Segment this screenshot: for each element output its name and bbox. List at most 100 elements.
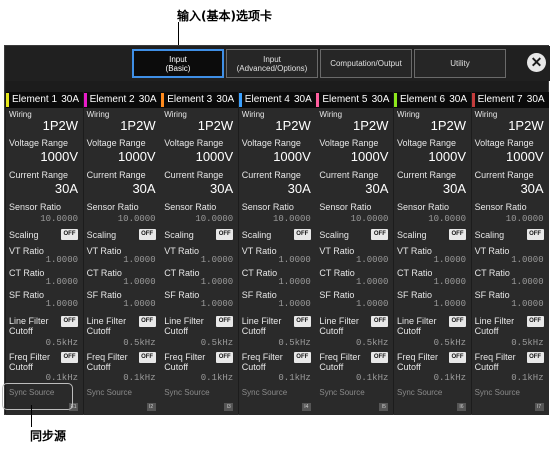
voltage-range-value[interactable]: 1000V xyxy=(196,150,234,164)
line-filter-off-button[interactable]: OFF xyxy=(61,316,78,327)
sensor-ratio-value[interactable]: 10.0000 xyxy=(428,214,466,224)
ct-ratio-value[interactable]: 1.0000 xyxy=(46,277,78,287)
line-filter-cutoff-value[interactable]: 0.5kHz xyxy=(46,338,78,348)
sensor-ratio-value[interactable]: 10.0000 xyxy=(195,214,233,224)
line-filter-cutoff-value[interactable]: 0.5kHz xyxy=(201,338,233,348)
tab-input-advanced[interactable]: Input (Advanced/Options) xyxy=(226,49,318,78)
current-range-value[interactable]: 30A xyxy=(520,182,543,196)
current-range-value[interactable]: 30A xyxy=(443,182,466,196)
element-header[interactable]: Element 3 30A xyxy=(161,92,239,108)
freq-filter-off-button[interactable]: OFF xyxy=(216,352,234,363)
sensor-ratio-value[interactable]: 10.0000 xyxy=(118,214,156,224)
wiring-value[interactable]: 1P2W xyxy=(120,119,155,133)
freq-filter-off-button[interactable]: OFF xyxy=(526,352,544,363)
sf-ratio-value[interactable]: 1.0000 xyxy=(201,299,233,309)
wiring-value[interactable]: 1P2W xyxy=(508,119,543,133)
vt-ratio-value[interactable]: 1.0000 xyxy=(123,255,155,265)
wiring-value[interactable]: 1P2W xyxy=(275,119,310,133)
ct-ratio-value[interactable]: 1.0000 xyxy=(356,277,388,287)
sync-source-value[interactable]: I3 xyxy=(224,403,234,411)
tab-input-basic[interactable]: Input (Basic) xyxy=(132,49,224,78)
ct-ratio-value[interactable]: 1.0000 xyxy=(511,277,543,287)
freq-filter-off-button[interactable]: OFF xyxy=(449,352,466,363)
scaling-off-button[interactable]: OFF xyxy=(293,229,311,240)
sync-source-label[interactable]: Sync Source xyxy=(319,388,364,398)
element-header[interactable]: Element 1 30A xyxy=(6,92,83,108)
voltage-range-value[interactable]: 1000V xyxy=(506,150,544,164)
freq-filter-cutoff-value[interactable]: 0.1kHz xyxy=(278,373,310,383)
tab-computation-output[interactable]: Computation/Output xyxy=(320,49,412,78)
sync-source-value[interactable]: I6 xyxy=(457,403,466,411)
sync-source-value[interactable]: I5 xyxy=(379,403,389,411)
sf-ratio-value[interactable]: 1.0000 xyxy=(434,299,466,309)
scaling-off-button[interactable]: OFF xyxy=(216,229,234,240)
sensor-ratio-value[interactable]: 10.0000 xyxy=(351,214,389,224)
line-filter-off-button[interactable]: OFF xyxy=(138,316,156,327)
wiring-value[interactable]: 1P2W xyxy=(43,119,78,133)
ct-ratio-value[interactable]: 1.0000 xyxy=(123,277,155,287)
sf-ratio-value[interactable]: 1.0000 xyxy=(46,299,78,309)
voltage-range-value[interactable]: 1000V xyxy=(40,150,78,164)
sync-source-value[interactable]: I2 xyxy=(146,403,156,411)
freq-filter-off-button[interactable]: OFF xyxy=(138,352,156,363)
line-filter-cutoff-value[interactable]: 0.5kHz xyxy=(511,338,543,348)
freq-filter-cutoff-value[interactable]: 0.1kHz xyxy=(123,373,155,383)
freq-filter-cutoff-value[interactable]: 0.1kHz xyxy=(356,373,388,383)
current-range-value[interactable]: 30A xyxy=(55,182,78,196)
element-header[interactable]: Element 4 30A xyxy=(238,92,316,108)
sensor-ratio-value[interactable]: 10.0000 xyxy=(506,214,544,224)
current-range-value[interactable]: 30A xyxy=(288,182,311,196)
ct-ratio-value[interactable]: 1.0000 xyxy=(434,277,466,287)
voltage-range-value[interactable]: 1000V xyxy=(118,150,156,164)
sensor-ratio-value[interactable]: 10.0000 xyxy=(273,214,311,224)
sync-source-value[interactable]: I7 xyxy=(534,403,544,411)
line-filter-cutoff-value[interactable]: 0.5kHz xyxy=(356,338,388,348)
element-header[interactable]: Element 7 30A xyxy=(471,92,549,108)
wiring-value[interactable]: 1P2W xyxy=(198,119,233,133)
sf-ratio-value[interactable]: 1.0000 xyxy=(278,299,310,309)
freq-filter-cutoff-value[interactable]: 0.1kHz xyxy=(434,373,466,383)
freq-filter-off-button[interactable]: OFF xyxy=(371,352,389,363)
scaling-off-button[interactable]: OFF xyxy=(61,229,78,240)
sync-source-label[interactable]: Sync Source xyxy=(164,388,209,398)
vt-ratio-value[interactable]: 1.0000 xyxy=(278,255,310,265)
ct-ratio-value[interactable]: 1.0000 xyxy=(201,277,233,287)
wiring-value[interactable]: 1P2W xyxy=(353,119,388,133)
freq-filter-cutoff-value[interactable]: 0.1kHz xyxy=(46,373,78,383)
freq-filter-cutoff-value[interactable]: 0.1kHz xyxy=(201,373,233,383)
scaling-off-button[interactable]: OFF xyxy=(449,229,466,240)
vt-ratio-value[interactable]: 1.0000 xyxy=(356,255,388,265)
line-filter-off-button[interactable]: OFF xyxy=(449,316,466,327)
scaling-off-button[interactable]: OFF xyxy=(371,229,389,240)
line-filter-cutoff-value[interactable]: 0.5kHz xyxy=(123,338,155,348)
tab-utility[interactable]: Utility xyxy=(414,49,506,78)
current-range-value[interactable]: 30A xyxy=(210,182,233,196)
line-filter-off-button[interactable]: OFF xyxy=(293,316,311,327)
current-range-value[interactable]: 30A xyxy=(365,182,388,196)
line-filter-off-button[interactable]: OFF xyxy=(216,316,234,327)
vt-ratio-value[interactable]: 1.0000 xyxy=(434,255,466,265)
ct-ratio-value[interactable]: 1.0000 xyxy=(278,277,310,287)
element-header[interactable]: Element 6 30A xyxy=(394,92,471,108)
vt-ratio-value[interactable]: 1.0000 xyxy=(201,255,233,265)
line-filter-off-button[interactable]: OFF xyxy=(526,316,544,327)
sync-source-label[interactable]: Sync Source xyxy=(87,388,132,398)
close-icon[interactable]: ✕ xyxy=(527,53,546,72)
freq-filter-cutoff-value[interactable]: 0.1kHz xyxy=(511,373,543,383)
sensor-ratio-value[interactable]: 10.0000 xyxy=(40,214,78,224)
line-filter-cutoff-value[interactable]: 0.5kHz xyxy=(434,338,466,348)
sf-ratio-value[interactable]: 1.0000 xyxy=(356,299,388,309)
vt-ratio-value[interactable]: 1.0000 xyxy=(46,255,78,265)
line-filter-cutoff-value[interactable]: 0.5kHz xyxy=(278,338,310,348)
sync-source-label[interactable]: Sync Source xyxy=(397,388,442,398)
vt-ratio-value[interactable]: 1.0000 xyxy=(511,255,543,265)
voltage-range-value[interactable]: 1000V xyxy=(273,150,311,164)
line-filter-off-button[interactable]: OFF xyxy=(371,316,389,327)
freq-filter-off-button[interactable]: OFF xyxy=(293,352,311,363)
wiring-value[interactable]: 1P2W xyxy=(431,119,466,133)
element-header[interactable]: Element 2 30A xyxy=(83,92,161,108)
scaling-off-button[interactable]: OFF xyxy=(526,229,544,240)
sync-source-label[interactable]: Sync Source xyxy=(475,388,520,398)
sf-ratio-value[interactable]: 1.0000 xyxy=(123,299,155,309)
voltage-range-value[interactable]: 1000V xyxy=(428,150,466,164)
